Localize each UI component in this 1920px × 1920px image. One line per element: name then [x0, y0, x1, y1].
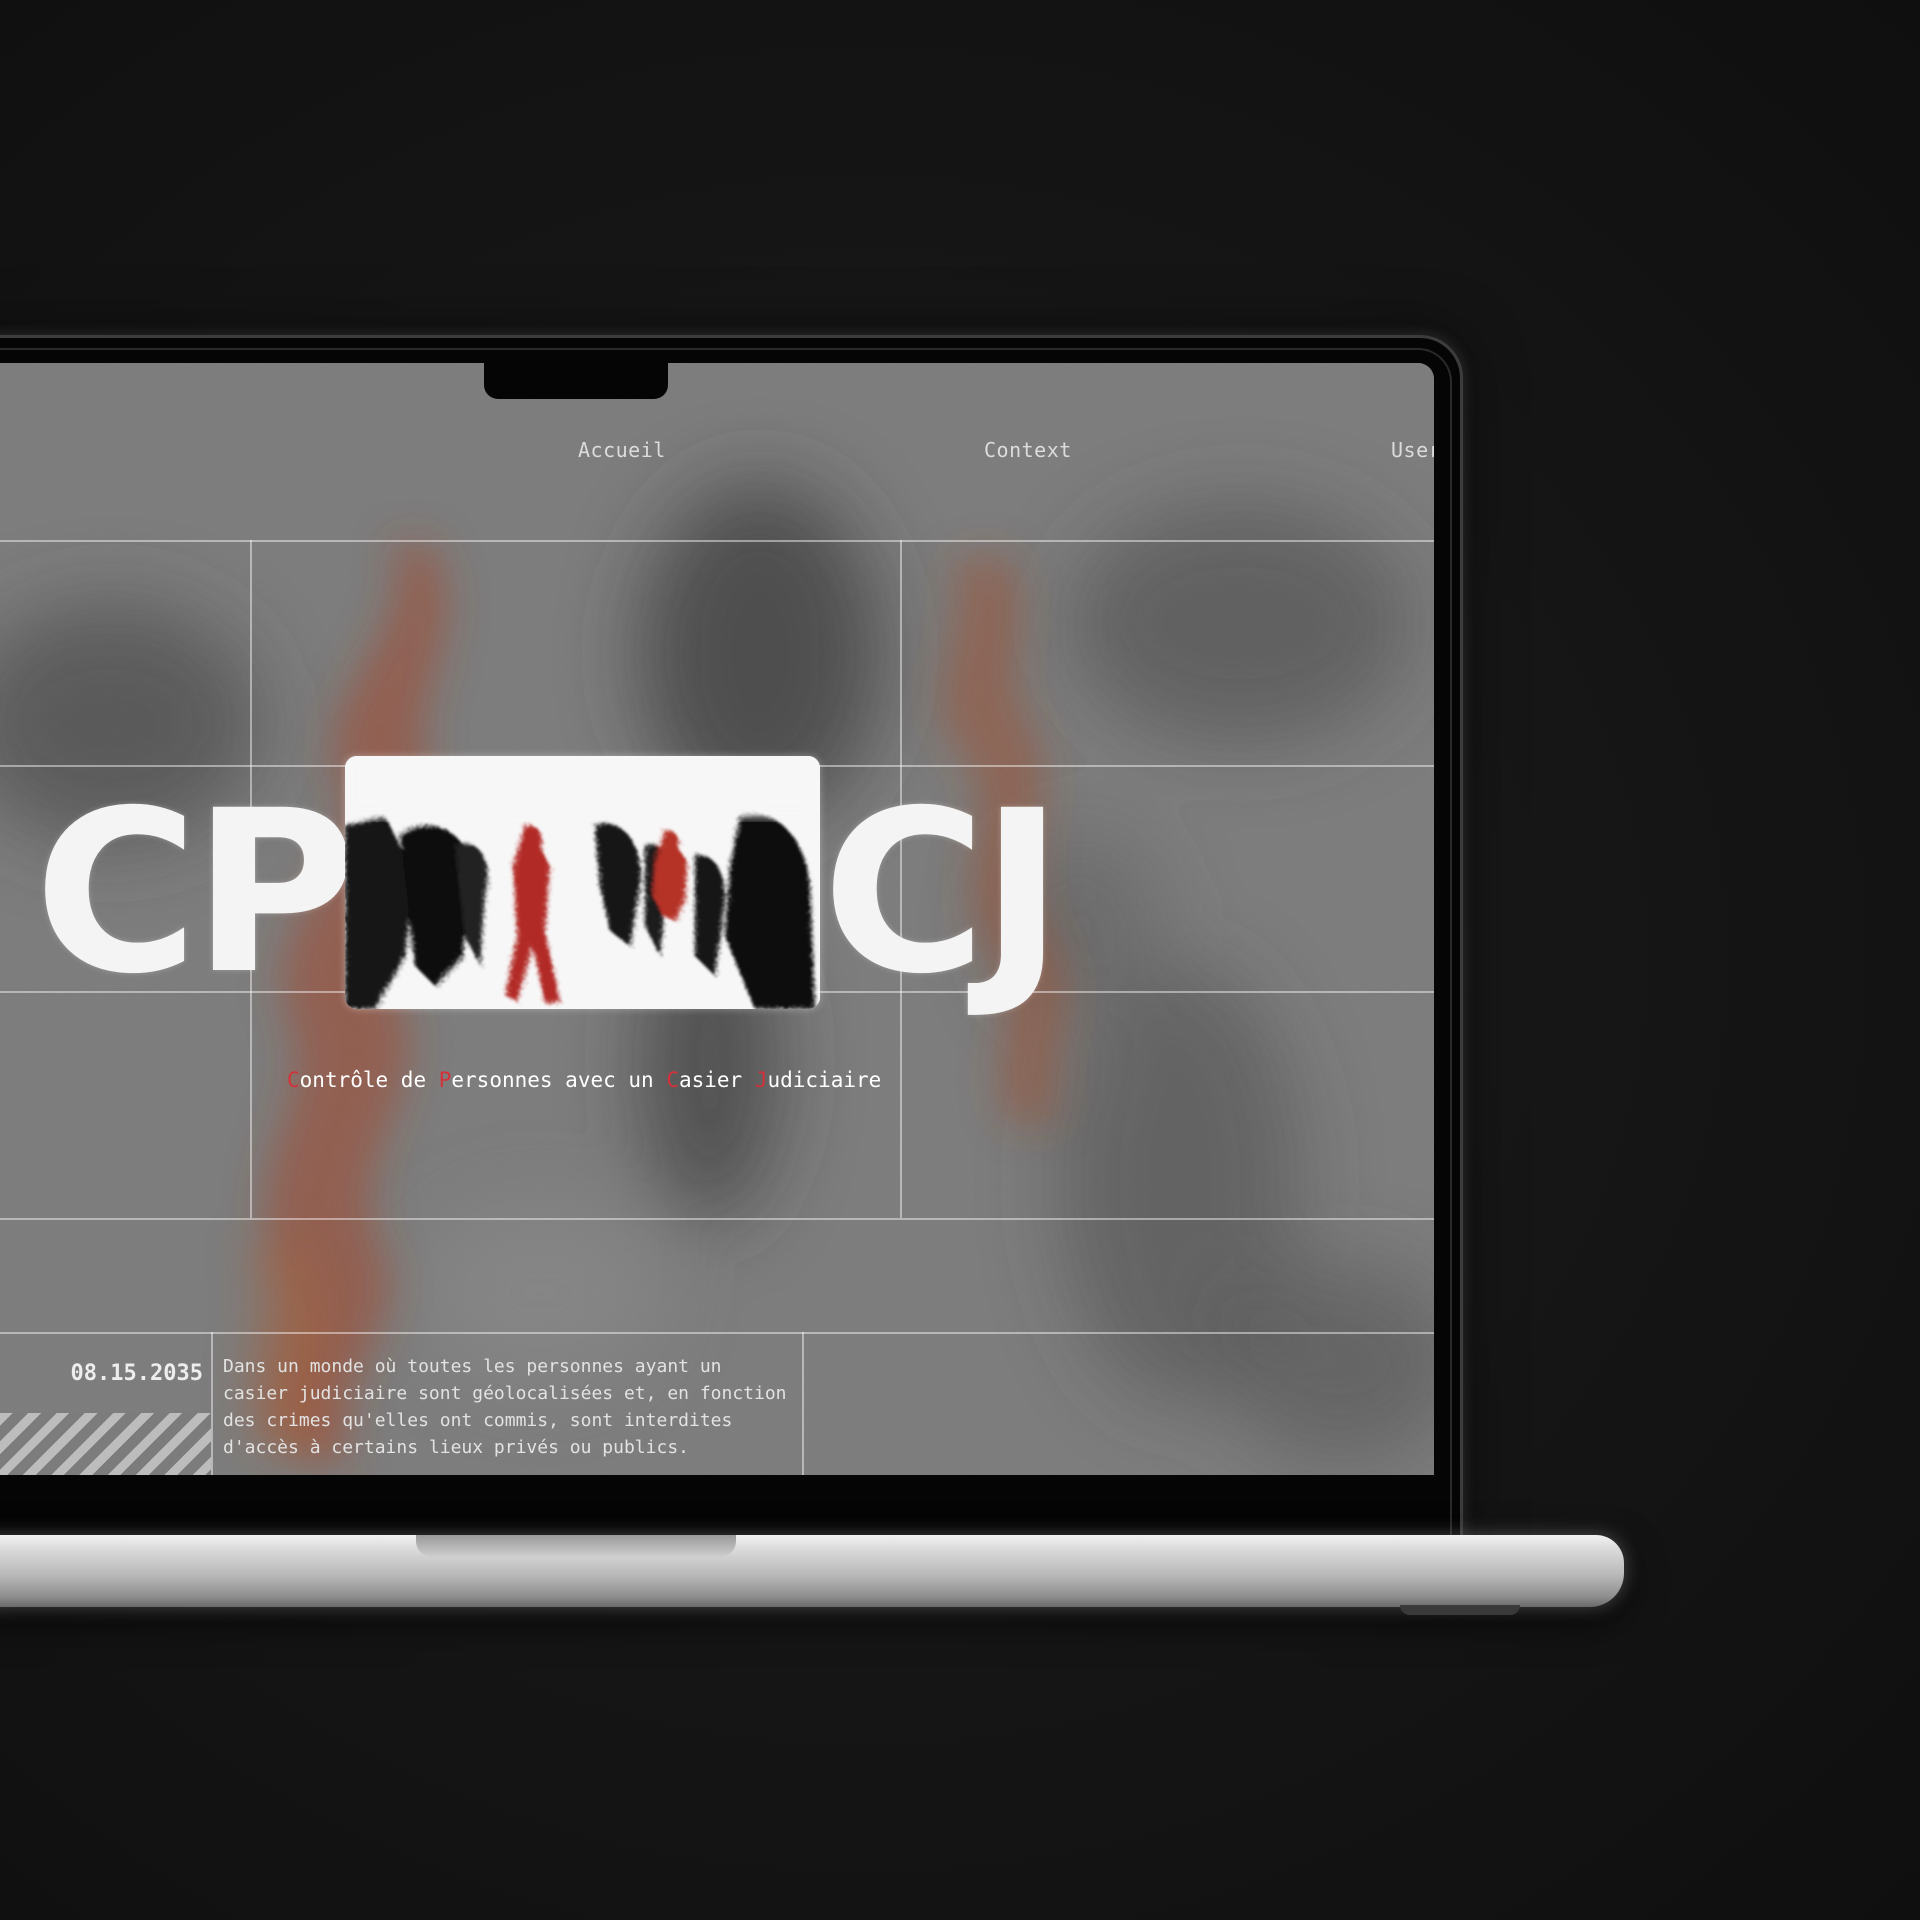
laptop-foot — [1400, 1605, 1520, 1615]
tagline-text: udiciaire — [767, 1068, 882, 1092]
laptop-lid-opening-notch — [416, 1535, 736, 1557]
tagline-text: ersonnes avec un — [451, 1068, 667, 1092]
logo-right-letters: CJ — [822, 762, 1064, 1023]
tagline-initial: C — [287, 1068, 300, 1092]
hero-crowd-image — [345, 756, 820, 1009]
hatched-stripe-decoration — [0, 1413, 211, 1475]
tagline: Contrôle de Personnes avec un Casier Jud… — [287, 1068, 881, 1092]
nav-item-context[interactable]: Context — [984, 438, 1072, 462]
description-line: d'accès à certains lieux privés ou publi… — [223, 1437, 689, 1458]
grid-line — [0, 540, 1434, 542]
description-line: des crimes qu'elles ont commis, sont int… — [223, 1410, 733, 1431]
crowd-illustration — [345, 756, 820, 1009]
tagline-text: asier — [678, 1068, 755, 1092]
nav-item-user[interactable]: User — [1391, 438, 1434, 462]
nav-item-accueil[interactable]: Accueil — [578, 438, 666, 462]
grid-line — [0, 1332, 1434, 1334]
laptop-base — [0, 1535, 1624, 1607]
tagline-initial: C — [666, 1068, 679, 1092]
intro-description: Dans un monde où toutes les personnes ay… — [223, 1353, 803, 1461]
logo-left-letters: CP — [34, 762, 357, 1023]
tagline-initial: P — [438, 1068, 452, 1092]
tagline-text: ontrôle de — [299, 1068, 439, 1092]
description-line: Dans un monde où toutes les personnes ay… — [223, 1356, 722, 1377]
grid-line — [0, 1218, 1434, 1220]
grid-line — [211, 1332, 213, 1475]
tagline-initial: J — [754, 1068, 768, 1092]
camera-notch — [484, 363, 668, 399]
description-line: casier judiciaire sont géolocalisées et,… — [223, 1383, 787, 1404]
laptop-screen: Accueil Context User CP CJ — [0, 363, 1434, 1475]
scene: Accueil Context User CP CJ — [0, 0, 1920, 1920]
date-label: 08.15.2035 — [70, 1361, 203, 1386]
